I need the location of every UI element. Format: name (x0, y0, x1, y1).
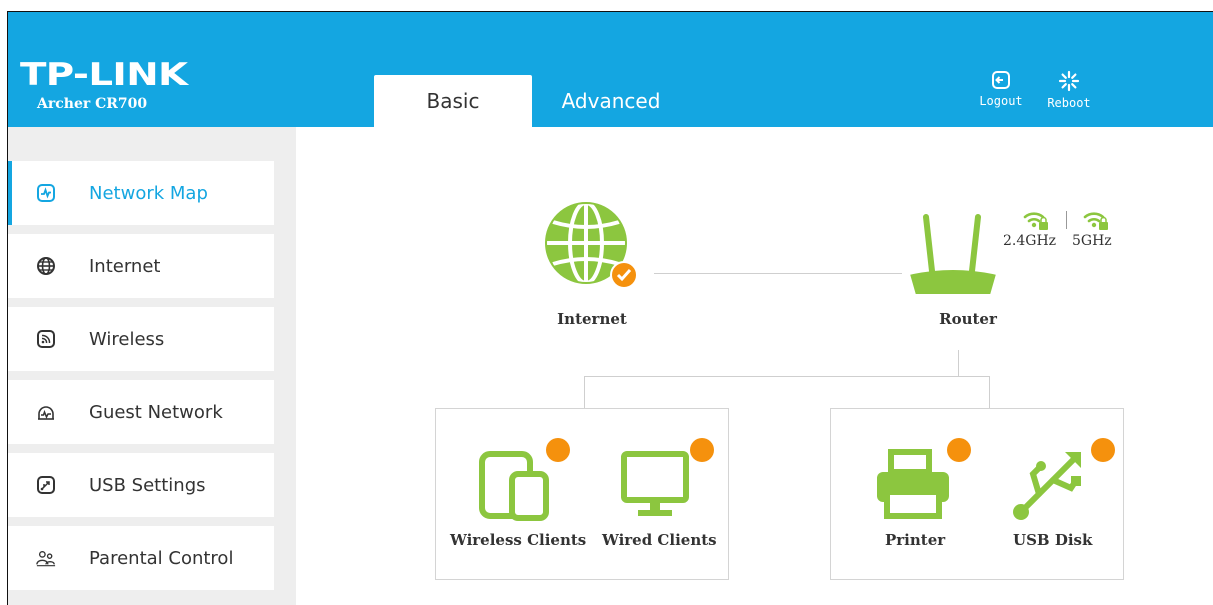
printer-node[interactable] (871, 434, 971, 534)
sidebar-item-wireless[interactable]: Wireless (8, 307, 274, 371)
top-header: TP-LINK Archer CR700 Basic Advanced Logo… (8, 12, 1213, 127)
reboot-icon (1058, 70, 1080, 92)
status-badge (947, 438, 971, 462)
printer-icon (877, 449, 949, 519)
wireless-icon (37, 330, 55, 348)
monitor-icon (621, 451, 689, 516)
reboot-button[interactable]: Reboot (1043, 70, 1095, 110)
sidebar-item-guest-network[interactable]: Guest Network (8, 380, 274, 444)
clients-link (584, 376, 585, 408)
logout-button[interactable]: Logout (975, 70, 1027, 108)
wireless-clients-node[interactable] (476, 434, 576, 534)
model-name: Archer CR700 (37, 96, 148, 112)
tab-basic[interactable]: Basic (374, 75, 532, 127)
wired-clients-label: Wired Clients (602, 531, 717, 549)
sidebar-item-parental-control[interactable]: Parental Control (8, 526, 274, 590)
devices-group: Printer USB Disk (830, 408, 1124, 580)
active-indicator (8, 161, 12, 225)
sidebar-item-label: Internet (89, 255, 161, 277)
usb-settings-icon (37, 476, 55, 494)
sidebar-item-label: USB Settings (89, 474, 206, 496)
sidebar-item-usb-settings[interactable]: USB Settings (8, 453, 274, 517)
wireless-clients-label: Wireless Clients (450, 531, 587, 549)
devices-icon (479, 451, 549, 521)
usb-disk-node[interactable] (1009, 434, 1119, 534)
wired-clients-node[interactable] (618, 434, 718, 534)
usb-icon (1013, 452, 1081, 520)
network-map-panel: Internet Router 2.4GHz 5GHz Wireless Cli… (296, 127, 1213, 605)
internet-router-link (654, 273, 902, 274)
sidebar-item-label: Wireless (89, 328, 165, 350)
printer-label: Printer (885, 531, 946, 549)
band-divider (1066, 211, 1067, 229)
sidebar-item-network-map[interactable]: Network Map (8, 161, 274, 225)
internet-label: Internet (557, 310, 627, 328)
wifi-lock-icon (1083, 212, 1108, 230)
usb-disk-label: USB Disk (1013, 531, 1093, 549)
band-5ghz[interactable]: 5GHz (1072, 233, 1112, 249)
logout-icon (992, 71, 1010, 89)
reboot-label: Reboot (1047, 96, 1091, 110)
branch-link (584, 376, 990, 377)
internet-node[interactable] (538, 197, 648, 297)
devices-link (989, 376, 990, 408)
status-badge (690, 438, 714, 462)
router-down-link (958, 350, 959, 376)
wifi-lock-icon (1023, 212, 1048, 230)
tab-advanced[interactable]: Advanced (532, 75, 690, 127)
globe-icon (37, 257, 55, 275)
parental-control-icon (36, 550, 56, 567)
band-24ghz[interactable]: 2.4GHz (1003, 233, 1056, 249)
sidebar-item-label: Parental Control (89, 547, 234, 569)
sidebar-item-label: Network Map (89, 182, 208, 204)
check-badge-icon (610, 261, 638, 289)
logout-label: Logout (979, 94, 1023, 108)
brand-logo: TP-LINK (20, 57, 188, 93)
network-map-icon (37, 184, 55, 202)
status-badge (1091, 438, 1115, 462)
guest-network-icon (38, 406, 54, 420)
sidebar-item-label: Guest Network (89, 401, 223, 423)
router-admin-window: TP-LINK Archer CR700 Basic Advanced Logo… (8, 12, 1213, 605)
router-label: Router (939, 310, 997, 328)
router-icon (910, 214, 996, 294)
sidebar-item-internet[interactable]: Internet (8, 234, 274, 298)
sidebar: Network Map Internet Wireless Guest Netw… (8, 127, 296, 605)
status-badge (546, 438, 570, 462)
router-node[interactable] (908, 211, 998, 301)
clients-group: Wireless Clients Wired Clients (435, 408, 729, 580)
